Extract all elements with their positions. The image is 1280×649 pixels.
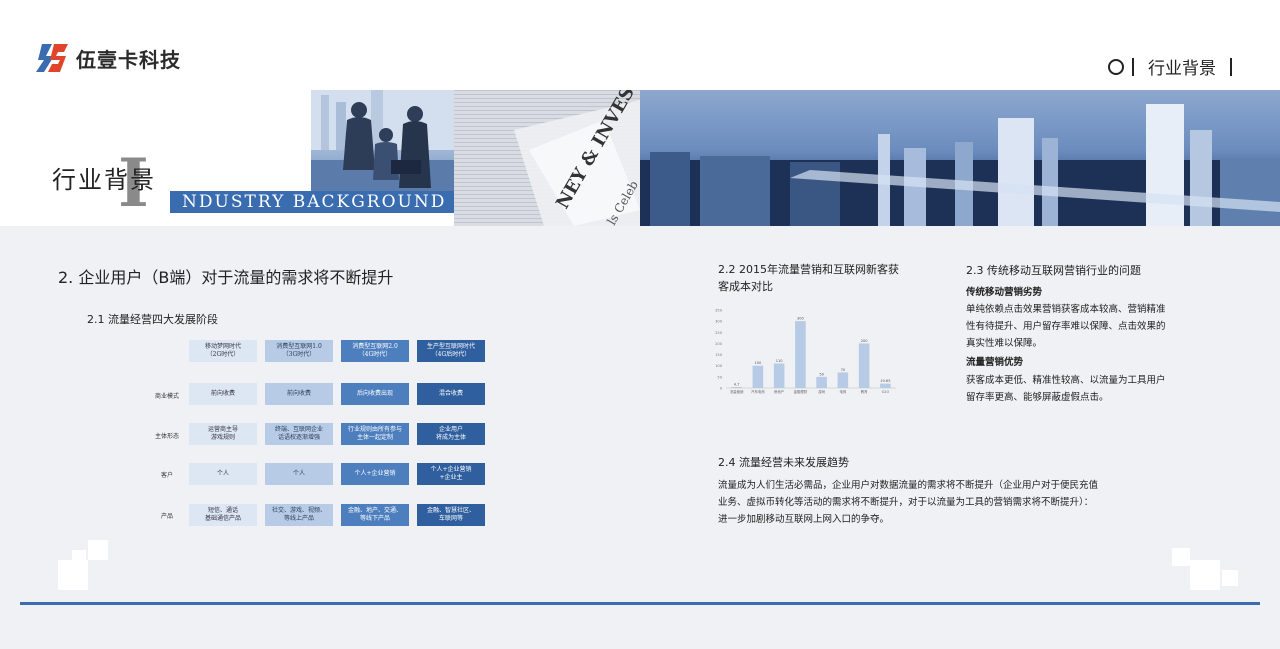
- row-label: 客户: [160, 472, 173, 479]
- table-cell: 终端、互联网企业 话语权逐渐增强: [265, 423, 333, 445]
- table-cell: 个人: [265, 463, 333, 485]
- category-label: 汽车电商: [751, 389, 765, 394]
- category-label: 教育: [861, 389, 868, 394]
- bar: [816, 376, 827, 388]
- bar-value-label: 200: [861, 339, 869, 343]
- circle-icon: [1108, 58, 1124, 75]
- banner-strip-text: NDUSTRY BACKGROUND: [182, 192, 447, 212]
- table-cell: 个人+企业营销 +企业主: [417, 463, 485, 485]
- content-area: 2. 企业用户（B端）对于流量的需求将不断提升 2.1 流量经营四大发展阶段 移…: [0, 226, 1280, 649]
- y-tick-label: 50: [717, 375, 722, 379]
- category-label: 游戏: [818, 389, 825, 394]
- row-label: 主体形态: [154, 433, 179, 440]
- section-tag-label: 行业背景: [1148, 59, 1216, 79]
- brand-name: 伍壹卡科技: [76, 47, 181, 72]
- city-skyline-photo: [640, 90, 1280, 226]
- table-cell: 金融、地产、交通、 等线下产品: [341, 504, 409, 526]
- table-cell: 行业规则由所有参与 主体一起定制: [341, 423, 409, 445]
- section-tag: 行业背景: [1108, 54, 1232, 79]
- sec23-line: 单纯依赖点击效果营销获客成本较高、营销精准: [966, 304, 1166, 315]
- sec23-line: 性有待提升、用户留存率难以保障、点击效果的: [966, 321, 1166, 332]
- bar: [731, 386, 742, 388]
- bar: [858, 343, 870, 388]
- sec23-sub1: 传统移动营销劣势: [966, 287, 1043, 298]
- table-cell: 后向收费出现: [341, 383, 409, 405]
- bar-value-label: 50: [819, 372, 824, 376]
- table-cell: 个人+企业营销: [341, 463, 409, 485]
- category-label: 房地产: [774, 389, 785, 394]
- banner-strip: NDUSTRY BACKGROUND: [170, 191, 454, 213]
- table-cell: 运营商主导 游戏规则: [189, 423, 257, 445]
- category-label: 金融理财: [794, 389, 808, 394]
- cost-chart-svg: 350 300 250 200 150 100 50 0 4.7 流量营销 100 汽车电商 110 房地…: [715, 309, 896, 394]
- decor-square: [88, 540, 108, 560]
- table-cell: 个人: [189, 463, 257, 485]
- sec21-title: 2.1 流量经营四大发展阶段: [87, 313, 218, 326]
- sec23-line: 留存率更高、能够屏蔽虚假点击。: [966, 392, 1109, 403]
- bar: [773, 363, 785, 388]
- header-area: 伍壹卡科技 行业背景 I 行业背景 NDUSTRY BACKGROUND NEY…: [0, 0, 1280, 226]
- bar-value-label: 300: [797, 317, 805, 321]
- bar: [837, 372, 849, 388]
- sec23-line: 真实性难以保障。: [966, 338, 1043, 349]
- row-label: 产品: [160, 513, 173, 520]
- stage-header-3: 消费型互联网2.0 （4G时代）: [341, 340, 409, 362]
- bar: [880, 383, 891, 388]
- decor-square: [72, 550, 86, 560]
- sec23-line: 获客成本更低、精准性较高、以流量为工具用户: [966, 375, 1166, 386]
- y-tick-label: 150: [715, 353, 723, 357]
- table-cell: 混合收费: [417, 383, 485, 405]
- category-label: O2O: [882, 390, 890, 394]
- bar-value-label: 19.65: [880, 379, 890, 383]
- sec23-sub2: 流量营销优势: [966, 357, 1024, 368]
- table-cell: 企业用户 将成为主体: [417, 423, 485, 445]
- bottom-rule: [20, 602, 1260, 605]
- y-tick-label: 0: [720, 387, 723, 391]
- table-cell: 前向收费: [265, 383, 333, 405]
- business-people-photo: [311, 90, 454, 191]
- category-label: 流量营销: [730, 389, 744, 394]
- newspaper-photo: NEY & INVEST ls Celeb: [454, 90, 640, 226]
- row-label: 商业模式: [154, 393, 179, 400]
- decor-square: [58, 560, 88, 590]
- sec24-title: 2.4 流量经营未来发展趋势: [718, 456, 849, 469]
- banner-title: 行业背景: [52, 166, 156, 194]
- sec24-line: 流量成为人们生活必需品，企业用户对数据流量的需求将不断提升（企业用户对于便民充值: [718, 480, 1099, 491]
- bar: [795, 321, 806, 388]
- y-tick-label: 250: [715, 331, 723, 335]
- bar-value-label: 70: [841, 368, 846, 372]
- y-tick-label: 100: [715, 364, 723, 368]
- decor-square: [1222, 570, 1238, 586]
- y-tick-label: 350: [715, 309, 723, 313]
- y-tick-label: 200: [715, 342, 723, 346]
- bar-value-label: 100: [754, 361, 762, 365]
- cost-chart: 350 300 250 200 150 100 50 0 4.7 流量营销 100 汽车电商 110 房地…: [704, 304, 900, 404]
- bar: [752, 365, 764, 388]
- bar-value-label: 4.7: [734, 382, 740, 386]
- stage-header-1: 移动梦网时代 （2G时代）: [189, 340, 257, 362]
- brand-logo[interactable]: 伍壹卡科技: [34, 42, 181, 74]
- divider: [1132, 57, 1134, 76]
- decor-square: [1190, 560, 1220, 590]
- sec22-title: 2.2 2015年流量营销和互联网新客获客成本对比: [718, 263, 899, 293]
- table-cell: 前向收费: [189, 383, 257, 405]
- main-heading: 2. 企业用户（B端）对于流量的需求将不断提升: [58, 268, 394, 287]
- table-cell: 短信、通话 基础通信产品: [189, 504, 257, 526]
- sec23-title: 2.3 传统移动互联网营销行业的问题: [966, 264, 1141, 277]
- category-label: 电商: [839, 389, 846, 394]
- sec24-line: 业务、虚拟币转化等活动的需求将不断提升，对于以流量为工具的营销需求将不断提升）：: [718, 497, 1094, 508]
- bar-value-label: 110: [776, 359, 784, 363]
- y-tick-label: 300: [715, 320, 723, 324]
- logo-icon: [36, 44, 68, 72]
- stage-header-2: 消费型互联网1.0 （3G时代）: [265, 340, 333, 362]
- sec24-line: 进一步加剧移动互联网上网入口的争夺。: [718, 514, 890, 525]
- decor-square: [1172, 548, 1190, 566]
- divider: [1230, 57, 1232, 76]
- table-cell: 金融、智慧社区、 车联网等: [417, 504, 485, 526]
- table-cell: 社交、游戏、视频、 等线上产品: [265, 504, 333, 526]
- stage-header-4: 生产型互联网时代 （4G后时代）: [417, 340, 485, 362]
